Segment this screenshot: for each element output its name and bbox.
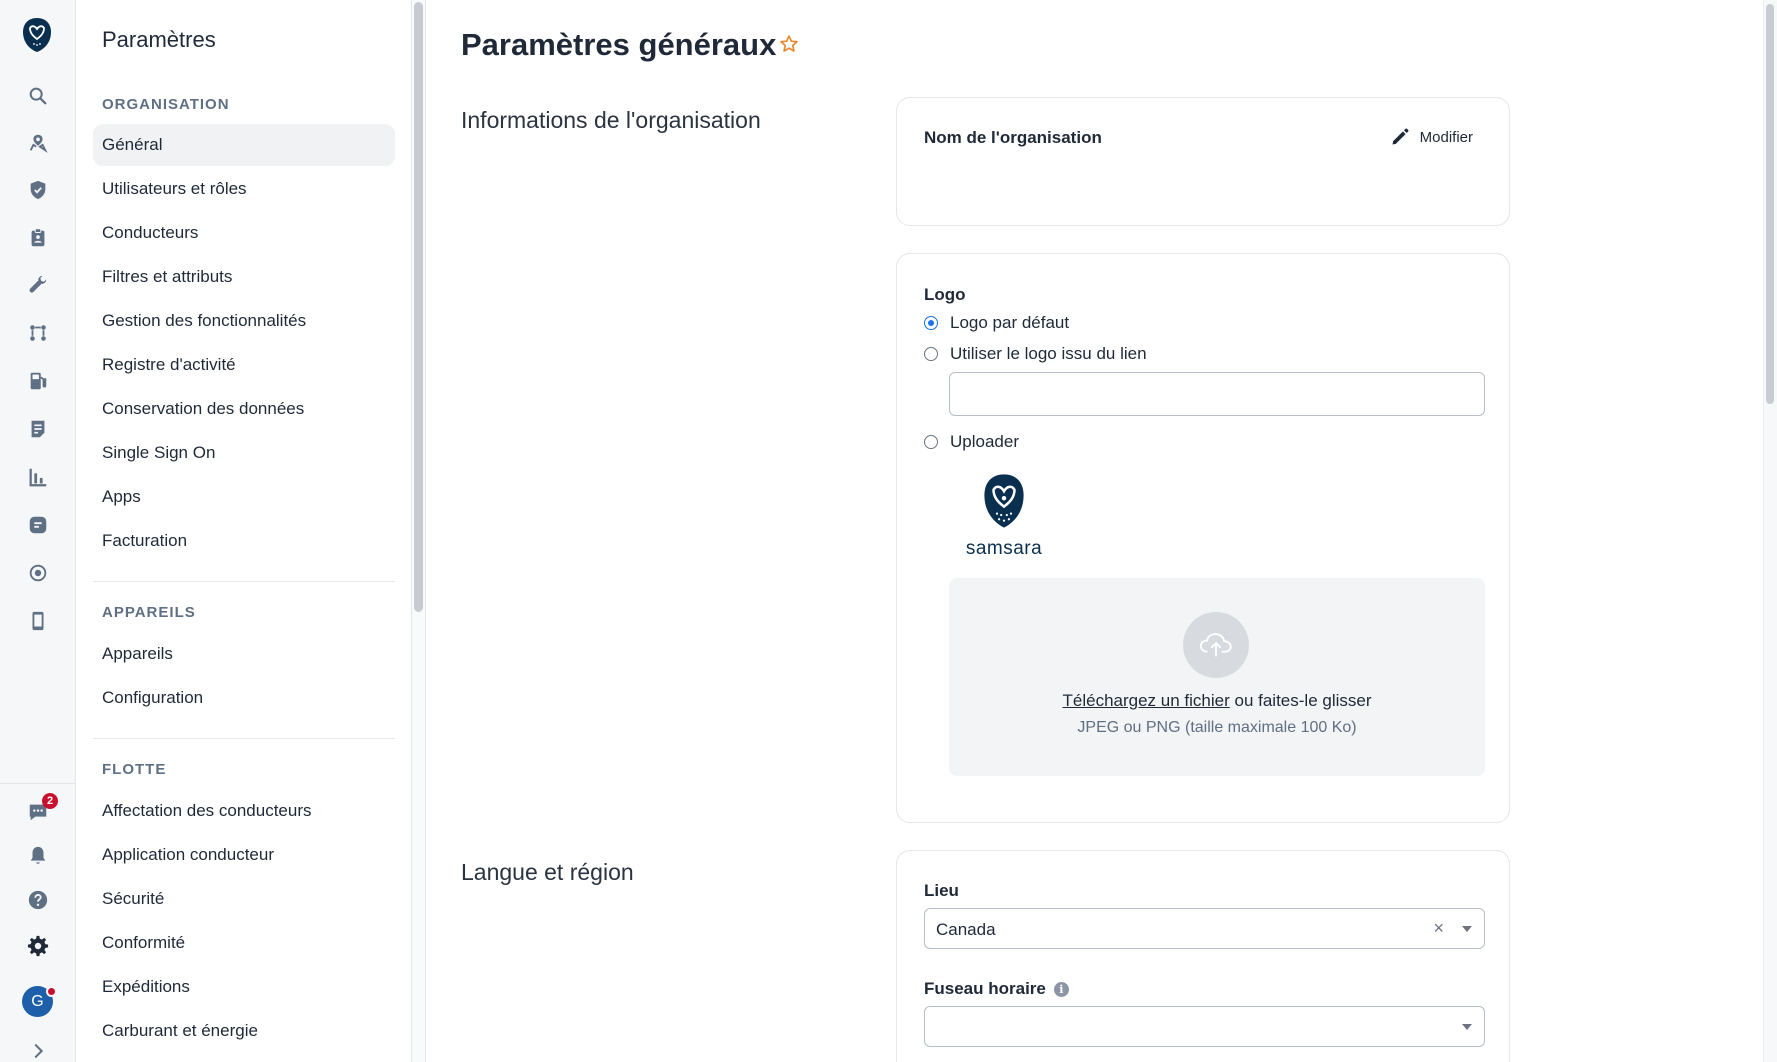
file-dropzone[interactable]: Téléchargez un fichier ou faites-le glis… — [949, 578, 1485, 776]
sidebar-item-single-sign-on[interactable]: Single Sign On — [93, 432, 395, 474]
chevron-down-icon[interactable] — [1462, 1024, 1472, 1030]
sidebar-item-activity-log[interactable]: Registre d'activité — [93, 344, 395, 386]
edit-button-label: Modifier — [1419, 128, 1473, 146]
timezone-select[interactable] — [924, 1006, 1485, 1047]
org-name-label: Nom de l'organisation — [924, 128, 1102, 147]
section-heading-organisation: ORGANISATION — [102, 96, 230, 113]
clear-icon[interactable]: × — [1433, 918, 1444, 939]
radio-button[interactable] — [924, 435, 938, 449]
map-pin-icon[interactable] — [24, 129, 52, 157]
timezone-label-text: Fuseau horaire — [924, 979, 1046, 998]
radio-link-logo-label: Utiliser le logo issu du lien — [950, 344, 1147, 363]
radio-default-logo-label: Logo par défaut — [950, 313, 1070, 332]
sidebar-item-devices[interactable]: Appareils — [93, 633, 395, 675]
section-heading-devices: APPAREILS — [102, 604, 196, 621]
sidebar-item-fuel-energy[interactable]: Carburant et énergie — [93, 1010, 395, 1052]
timezone-label: Fuseau horaire i — [924, 979, 1069, 999]
sidebar-item-feature-management[interactable]: Gestion des fonctionnalités — [93, 300, 395, 342]
sidebar-divider — [93, 738, 395, 739]
info-icon[interactable]: i — [1053, 982, 1069, 997]
chevron-right-icon[interactable] — [24, 1040, 52, 1062]
logo-label: Logo — [924, 285, 966, 304]
sidebar-item-configuration[interactable]: Configuration — [93, 677, 395, 719]
icon-rail: 2 G — [0, 0, 76, 1062]
logo-card: Logo Logo par défaut Utiliser le logo is… — [896, 253, 1510, 823]
chevron-down-icon[interactable] — [1462, 926, 1472, 932]
edit-button[interactable]: Modifier — [1390, 127, 1473, 147]
location-select-value: Canada — [936, 920, 996, 939]
help-icon[interactable] — [24, 886, 52, 914]
sidebar-item-filters-attributes[interactable]: Filtres et attributs — [93, 256, 395, 298]
page-scrollbar-thumb[interactable] — [1766, 4, 1774, 404]
gear-icon[interactable] — [24, 932, 52, 960]
document-icon[interactable] — [24, 415, 52, 443]
sidebar-title: Paramètres — [102, 27, 216, 52]
bell-icon[interactable] — [24, 842, 52, 870]
sidebar-item-driver-assignment[interactable]: Affectation des conducteurs — [93, 790, 395, 832]
sidebar-item-users-roles[interactable]: Utilisateurs et rôles — [93, 168, 395, 210]
sidebar-item-compliance[interactable]: Conformité — [93, 922, 395, 964]
message-icon[interactable] — [24, 511, 52, 539]
sidebar-scrollbar-thumb[interactable] — [414, 2, 423, 612]
sidebar-item-safety[interactable]: Sécurité — [93, 878, 395, 920]
page-title: Paramètres généraux — [461, 27, 777, 62]
cloud-upload-icon — [1199, 633, 1232, 657]
notification-badge: 2 — [42, 793, 58, 809]
sidebar-divider — [93, 581, 395, 582]
dropzone-hint: JPEG ou PNG (taille maximale 100 Ko) — [1077, 719, 1357, 736]
org-name-card: Nom de l'organisation Modifier — [896, 97, 1510, 226]
radio-upload-logo-label: Uploader — [950, 432, 1019, 451]
radio-default-logo[interactable]: Logo par défaut — [924, 313, 1069, 333]
samsara-owl-icon — [984, 474, 1024, 528]
section-heading-fleet: FLOTTE — [102, 761, 167, 778]
fuel-icon[interactable] — [24, 367, 52, 395]
dropzone-drag-text: ou faites-le glisser — [1229, 691, 1372, 710]
main-content: Paramètres généraux Informations de l'or… — [426, 0, 1763, 1062]
bar-chart-icon[interactable] — [24, 463, 52, 491]
samsara-logo-icon[interactable] — [22, 17, 52, 53]
upload-button[interactable] — [1183, 612, 1249, 678]
shield-icon[interactable] — [24, 176, 52, 204]
target-icon[interactable] — [24, 559, 52, 587]
sidebar-item-drivers[interactable]: Conducteurs — [93, 212, 395, 254]
search-icon[interactable] — [24, 82, 52, 110]
sidebar-item-billing[interactable]: Facturation — [93, 520, 395, 562]
location-select[interactable]: Canada × — [924, 908, 1485, 949]
logo-url-input[interactable] — [949, 372, 1485, 416]
sidebar-item-shipments[interactable]: Expéditions — [93, 966, 395, 1008]
upload-file-link[interactable]: Téléchargez un fichier — [1063, 691, 1230, 710]
clipboard-icon[interactable] — [24, 224, 52, 252]
routes-icon[interactable] — [24, 319, 52, 347]
section-label-org-info: Informations de l'organisation — [461, 107, 761, 133]
wrench-icon[interactable] — [24, 271, 52, 299]
sidebar-item-driver-app[interactable]: Application conducteur — [93, 834, 395, 876]
mobile-icon[interactable] — [24, 607, 52, 635]
dropzone-instruction: Téléchargez un fichier ou faites-le glis… — [949, 691, 1485, 711]
star-icon[interactable] — [779, 34, 799, 54]
radio-upload-logo[interactable]: Uploader — [924, 432, 1019, 452]
avatar-status-dot — [46, 986, 57, 997]
brand-logo-preview: samsara — [959, 472, 1049, 562]
radio-button-checked[interactable] — [924, 316, 938, 330]
sidebar-item-data-retention[interactable]: Conservation des données — [93, 388, 395, 430]
language-region-card: Lieu Canada × Fuseau horaire i — [896, 850, 1510, 1062]
rail-divider — [0, 783, 76, 784]
radio-button[interactable] — [924, 347, 938, 361]
sidebar-item-apps[interactable]: Apps — [93, 476, 395, 518]
brand-wordmark: samsara — [965, 538, 1043, 559]
pencil-icon — [1392, 128, 1409, 145]
section-label-language-region: Langue et région — [461, 859, 634, 885]
radio-link-logo[interactable]: Utiliser le logo issu du lien — [924, 344, 1147, 364]
sidebar-item-general[interactable]: Général — [93, 124, 395, 166]
location-label: Lieu — [924, 881, 959, 900]
settings-sidebar: Paramètres ORGANISATION Général Utilisat… — [76, 0, 412, 1062]
